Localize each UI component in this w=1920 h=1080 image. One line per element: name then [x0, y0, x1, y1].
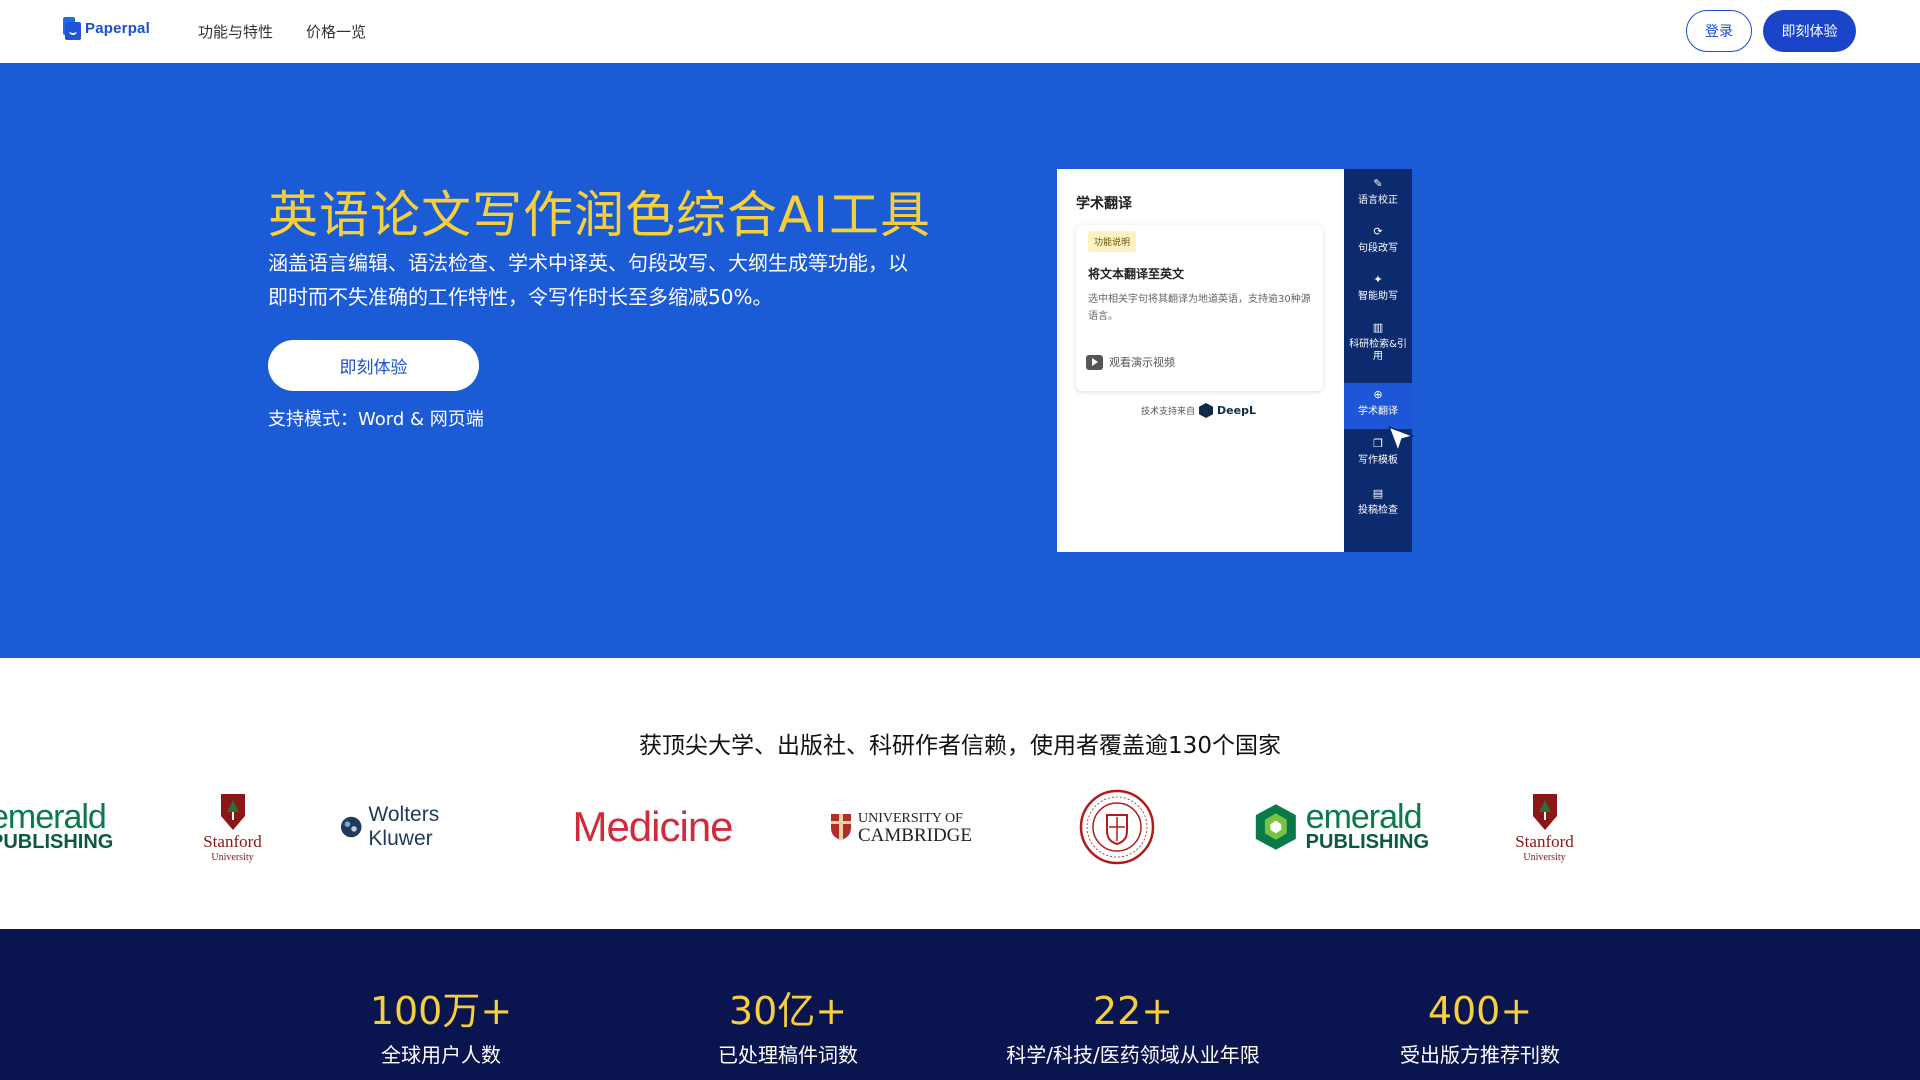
emerald-logo: emerald PUBLISHING	[0, 787, 114, 867]
stanford-logo-2: Stanford University	[1507, 787, 1582, 867]
preview-title: 学术翻译	[1076, 196, 1132, 212]
wolters-kluwer-wordmark: Wolters Kluwer	[368, 803, 440, 850]
paperpal-logo[interactable]: Paperpal	[63, 17, 150, 40]
wolters-kluwer-icon	[340, 816, 362, 838]
nav-link-features[interactable]: 功能与特性	[198, 21, 273, 42]
hero-description: 涵盖语言编辑、语法检查、学术中译英、句段改写、大纲生成等功能，以即时而不失准确的…	[268, 251, 908, 309]
try-now-button-hero[interactable]: 即刻体验	[268, 340, 479, 391]
stat-label: 受出版方推荐刊数	[1400, 1043, 1560, 1067]
cambridge-wordmark: UNIVERSITY OF CAMBRIDGE	[857, 810, 972, 846]
sidebar-item-submission-check[interactable]: ▤ 投稿检查	[1344, 487, 1412, 517]
sidebar-item-research[interactable]: ▥ 科研检索&引用	[1344, 321, 1412, 363]
stanford-subtitle: University	[211, 851, 254, 863]
refresh-icon: ⟳	[1373, 225, 1383, 238]
nav-link-pricing[interactable]: 价格一览	[306, 21, 366, 42]
sidebar-item-smart-write[interactable]: ✦ 智能助写	[1344, 273, 1412, 303]
stat-users: 100万+ 全球用户人数	[271, 987, 611, 1068]
stats-section: 100万+ 全球用户人数 30亿+ 已处理稿件词数 22+ 科学/科技/医药领域…	[0, 929, 1920, 1080]
stat-label: 全球用户人数	[381, 1043, 501, 1067]
deepl-icon	[1199, 403, 1214, 418]
cambridge-line-2: CAMBRIDGE	[857, 825, 972, 846]
emerald-wordmark: emerald	[0, 798, 107, 836]
feature-text: 选中相关字句将其翻译为地道英语，支持逾30种源语言。	[1088, 294, 1311, 322]
sidebar-item-label: 投稿检查	[1358, 505, 1398, 516]
stanford-wordmark: Stanford	[203, 831, 262, 851]
stat-words: 30亿+ 已处理稿件词数	[618, 987, 958, 1068]
sidebar-item-label: 句段改写	[1358, 243, 1398, 254]
sidebar-item-rewrite[interactable]: ⟳ 句段改写	[1344, 225, 1412, 255]
product-preview: 学术翻译 功能说明 将文本翻译至英文 选中相关字句将其翻译为地道英语，支持逾30…	[1057, 169, 1412, 552]
cambridge-shield-icon	[830, 814, 851, 840]
try-now-button-nav[interactable]: 即刻体验	[1763, 10, 1856, 52]
globe-icon: ⊕	[1373, 388, 1383, 401]
hero-title: 英语论文写作润色综合AI工具	[268, 186, 931, 244]
stanford-wordmark: Stanford	[1515, 831, 1574, 851]
emerald-subtitle: PUBLISHING	[0, 831, 114, 853]
cornell-seal-icon	[1079, 789, 1155, 865]
sidebar-item-label: 语言校正	[1358, 195, 1398, 206]
partner-logos: emerald PUBLISHING Stanford University W…	[0, 787, 1920, 877]
stat-number: 400+	[1427, 989, 1533, 1033]
sidebar-item-language-correction[interactable]: ✎ 语言校正	[1344, 177, 1412, 207]
emerald-gem-icon	[1255, 804, 1296, 850]
powered-by: 技术支持来自 DeepL	[1141, 403, 1256, 418]
cornell-seal-logo	[1078, 787, 1156, 867]
login-button[interactable]: 登录	[1686, 10, 1752, 52]
stanford-tree-icon	[220, 793, 245, 830]
top-nav: Paperpal 功能与特性 价格一览 登录 即刻体验	[0, 0, 1920, 63]
preview-sidebar: ✎ 语言校正 ⟳ 句段改写 ✦ 智能助写 ▥ 科研检索&引用 ⊕ 学术翻译 ❐ …	[1344, 169, 1412, 552]
stanford-subtitle: University	[1523, 851, 1566, 863]
emerald-wordmark: emerald	[1305, 798, 1423, 836]
stat-label: 科学/科技/医药领域从业年限	[1006, 1043, 1260, 1067]
books-icon: ▥	[1372, 321, 1384, 334]
sidebar-item-label: 智能助写	[1358, 291, 1398, 302]
sidebar-item-label: 科研检索&引用	[1349, 339, 1407, 362]
wolters-kluwer-logo: Wolters Kluwer	[340, 787, 500, 867]
sidebar-item-translation[interactable]: ⊕ 学术翻译	[1344, 383, 1412, 429]
emerald-subtitle: PUBLISHING	[1305, 831, 1429, 853]
powered-by-label: 技术支持来自	[1141, 407, 1196, 417]
emerald-wordmark-group: emerald PUBLISHING	[1305, 798, 1429, 853]
feature-badge: 功能说明	[1088, 231, 1137, 252]
paperpal-logo-icon	[63, 17, 81, 40]
medicine-logo: Medicine	[570, 787, 735, 867]
pen-icon: ✎	[1373, 177, 1383, 190]
emerald-logo-full: emerald PUBLISHING	[1254, 787, 1429, 867]
stat-years: 22+ 科学/科技/医药领域从业年限	[963, 987, 1303, 1068]
feature-card: 功能说明 将文本翻译至英文 选中相关字句将其翻译为地道英语，支持逾30种源语言。…	[1076, 225, 1323, 391]
stat-number: 30亿+	[728, 989, 848, 1033]
stat-journals: 400+ 受出版方推荐刊数	[1310, 987, 1650, 1068]
watch-video-link[interactable]: 观看演示视频	[1086, 354, 1175, 370]
deepl-name: DeepL	[1217, 404, 1256, 417]
document-icon: ▤	[1372, 487, 1384, 500]
sidebar-item-label: 写作模板	[1358, 455, 1398, 466]
stat-label: 已处理稿件词数	[718, 1043, 858, 1067]
stanford-tree-icon	[1532, 793, 1557, 830]
trust-title: 获顶尖大学、出版社、科研作者信赖，使用者覆盖逾130个国家	[639, 733, 1281, 759]
supported-modes: 支持模式：Word & 网页端	[268, 409, 484, 430]
cursor-icon	[1388, 426, 1414, 452]
stanford-logo: Stanford University	[195, 787, 270, 867]
watch-video-label: 观看演示视频	[1109, 356, 1175, 369]
feature-heading: 将文本翻译至英文	[1088, 267, 1185, 281]
stat-number: 100万+	[369, 989, 513, 1033]
play-icon	[1086, 354, 1103, 370]
stat-number: 22+	[1092, 989, 1174, 1033]
hero-section: 英语论文写作润色综合AI工具 涵盖语言编辑、语法检查、学术中译英、句段改写、大纲…	[0, 63, 1920, 658]
cambridge-logo: UNIVERSITY OF CAMBRIDGE	[826, 787, 976, 867]
logo-text: Paperpal	[85, 20, 150, 37]
sparkle-icon: ✦	[1373, 273, 1383, 286]
medicine-wordmark: Medicine	[572, 803, 733, 850]
sidebar-item-label: 学术翻译	[1358, 406, 1398, 417]
